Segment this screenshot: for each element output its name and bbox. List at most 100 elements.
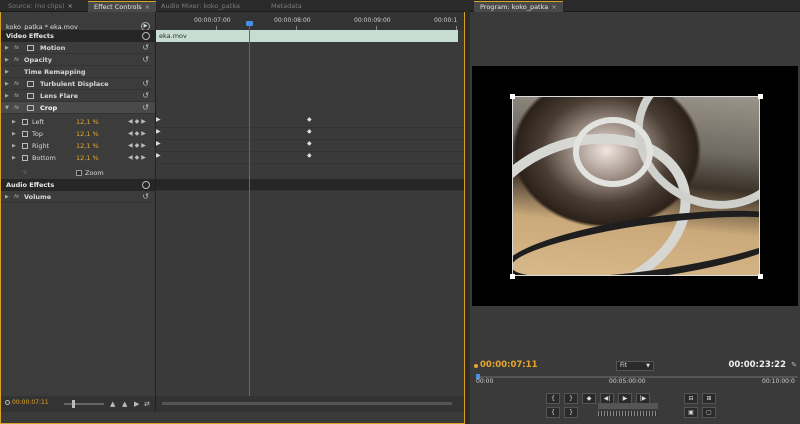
go-to-in-button[interactable]: {	[546, 407, 560, 418]
time-ruler[interactable]: 00:00:07:00 00:00:08:00 00:00:09:00 00:0…	[156, 12, 464, 30]
effect-row-opacity[interactable]: ▶ fx Opacity ↺	[0, 54, 155, 66]
section-menu-icon[interactable]	[142, 32, 150, 40]
effect-row-time-remapping[interactable]: ▶ Time Remapping	[0, 66, 155, 78]
shuttle-slider[interactable]	[598, 403, 658, 409]
tab-close-icon[interactable]: ×	[145, 3, 150, 11]
fx-toggle-icon[interactable]: fx	[14, 54, 19, 66]
effect-row-volume[interactable]: ▶ fx Volume ↺	[0, 191, 155, 203]
expand-triangle-icon[interactable]: ▶	[12, 152, 16, 164]
reset-icon[interactable]: ↺	[142, 191, 149, 203]
expand-triangle-icon[interactable]: ▶	[5, 90, 9, 102]
crop-handle[interactable]	[510, 274, 515, 279]
video-frame[interactable]	[512, 96, 760, 276]
hand-icon[interactable]: ☜	[22, 167, 27, 179]
keyframe-icon[interactable]: ▶	[156, 140, 161, 147]
mark-out-button[interactable]: }	[564, 393, 578, 404]
keyframe-icon[interactable]: ◆	[307, 140, 312, 147]
timeline-zoom-slider[interactable]	[64, 400, 104, 408]
extract-button[interactable]: ⊞	[702, 393, 716, 404]
prop-value[interactable]: 12,1 %	[76, 152, 99, 164]
tab-close-icon[interactable]: ×	[551, 3, 556, 11]
timeline-scrollbar[interactable]	[162, 402, 452, 405]
effect-row-turbulent-displace[interactable]: ▶ fx Turbulent Displace ↺	[0, 78, 155, 90]
keyframe-lane: ▶ ◆	[156, 140, 464, 152]
tab-program[interactable]: Program: koko_patka ×	[474, 1, 563, 12]
wrench-icon[interactable]: ✎	[791, 361, 797, 369]
stopwatch-icon[interactable]	[22, 119, 28, 125]
stopwatch-icon[interactable]	[22, 143, 28, 149]
play-audio-icon[interactable]: ▶	[134, 400, 139, 408]
transform-icon[interactable]	[27, 105, 34, 111]
stopwatch-icon[interactable]	[22, 131, 28, 137]
current-timecode[interactable]: 00:00:07:11	[12, 399, 49, 406]
keyframe-icon[interactable]: ◆	[307, 152, 312, 159]
prop-value[interactable]: 12,1 %	[76, 116, 99, 128]
tab-audio-mixer[interactable]: Audio Mixer: koko_patka	[155, 1, 246, 12]
expand-triangle-icon[interactable]: ▶	[5, 191, 9, 203]
reset-icon[interactable]: ↺	[142, 90, 149, 102]
playhead-line[interactable]	[249, 22, 250, 410]
export-frame-button[interactable]: ▣	[684, 407, 698, 418]
prop-value[interactable]: 12,1 %	[76, 140, 99, 152]
reset-icon[interactable]: ↺	[142, 78, 149, 90]
keyframe-nav[interactable]: ◀◆▶	[128, 152, 148, 164]
loop-icon[interactable]: ⇄	[144, 400, 150, 408]
reset-icon[interactable]: ↺	[142, 102, 149, 114]
keyframe-nav[interactable]: ◀◆▶	[128, 140, 148, 152]
slider-knob[interactable]	[72, 400, 75, 408]
tab-effect-controls[interactable]: Effect Controls ×	[88, 1, 157, 12]
keyframe-nav[interactable]: ◀◆▶	[128, 116, 148, 128]
program-current-timecode[interactable]: 00:00:07:11	[480, 360, 538, 370]
expand-triangle-icon[interactable]: ▶	[5, 66, 9, 78]
expand-triangle-icon[interactable]: ▶	[12, 116, 16, 128]
effect-row-crop[interactable]: ▼ fx Crop ↺	[0, 102, 155, 114]
expand-triangle-icon[interactable]: ▶	[12, 128, 16, 140]
zoom-out-icon[interactable]: ▲	[110, 400, 115, 408]
transform-icon[interactable]	[27, 93, 34, 99]
stopwatch-icon[interactable]	[22, 155, 28, 161]
monitor-time-ruler[interactable]: 00:00 00:05:00:00 00:10:00:0	[470, 374, 800, 388]
keyframe-icon[interactable]: ▶	[156, 128, 161, 135]
fx-toggle-icon[interactable]: fx	[14, 42, 19, 54]
crop-handle[interactable]	[510, 94, 515, 99]
expand-triangle-icon[interactable]: ▶	[5, 54, 9, 66]
add-marker-button[interactable]: ◆	[582, 393, 596, 404]
tab-close-icon[interactable]: ×	[68, 2, 73, 10]
effect-row-lens-flare[interactable]: ▶ fx Lens Flare ↺	[0, 90, 155, 102]
expand-triangle-icon[interactable]: ▶	[5, 78, 9, 90]
expand-triangle-icon[interactable]: ▶	[5, 42, 9, 54]
section-menu-icon[interactable]	[142, 181, 150, 189]
reset-icon[interactable]: ↺	[142, 42, 149, 54]
transform-icon[interactable]	[27, 81, 34, 87]
keyframe-icon[interactable]: ▶	[156, 116, 161, 123]
reset-icon[interactable]: ↺	[142, 54, 149, 66]
prop-value[interactable]: 12,1 %	[76, 128, 99, 140]
zoom-fit-select[interactable]: Fit ▼	[616, 361, 654, 371]
expand-triangle-icon[interactable]: ▶	[12, 140, 16, 152]
tab-metadata[interactable]: Metadata	[265, 1, 308, 12]
crop-handle[interactable]	[758, 94, 763, 99]
fx-toggle-icon[interactable]: fx	[14, 191, 19, 203]
clip-bar[interactable]: eka.mov	[156, 30, 458, 42]
effect-row-motion[interactable]: ▶ fx Motion ↺	[0, 42, 155, 54]
keyframe-icon[interactable]: ▶	[156, 152, 161, 159]
mark-in-button[interactable]: {	[546, 393, 560, 404]
program-viewer[interactable]	[472, 66, 798, 306]
crop-handle[interactable]	[758, 274, 763, 279]
fx-toggle-icon[interactable]: fx	[14, 90, 19, 102]
tab-source[interactable]: Source: (no clips) ×	[2, 1, 79, 12]
go-to-out-button[interactable]: }	[564, 407, 578, 418]
fx-toggle-icon[interactable]: fx	[14, 78, 19, 90]
collapse-triangle-icon[interactable]: ▼	[5, 102, 9, 114]
fx-toggle-icon[interactable]: fx	[14, 102, 19, 114]
jog-wheel[interactable]	[598, 411, 658, 416]
keyframe-icon[interactable]: ◆	[307, 116, 312, 123]
safe-margins-button[interactable]: ▢	[702, 407, 716, 418]
keyframe-icon[interactable]: ◆	[307, 128, 312, 135]
keyframe-nav[interactable]: ◀◆▶	[128, 128, 148, 140]
playhead-handle[interactable]	[246, 21, 253, 26]
lift-button[interactable]: ⊟	[684, 393, 698, 404]
transform-icon[interactable]	[27, 45, 34, 51]
zoom-checkbox[interactable]	[76, 170, 82, 176]
zoom-in-icon[interactable]: ▲	[122, 400, 127, 408]
